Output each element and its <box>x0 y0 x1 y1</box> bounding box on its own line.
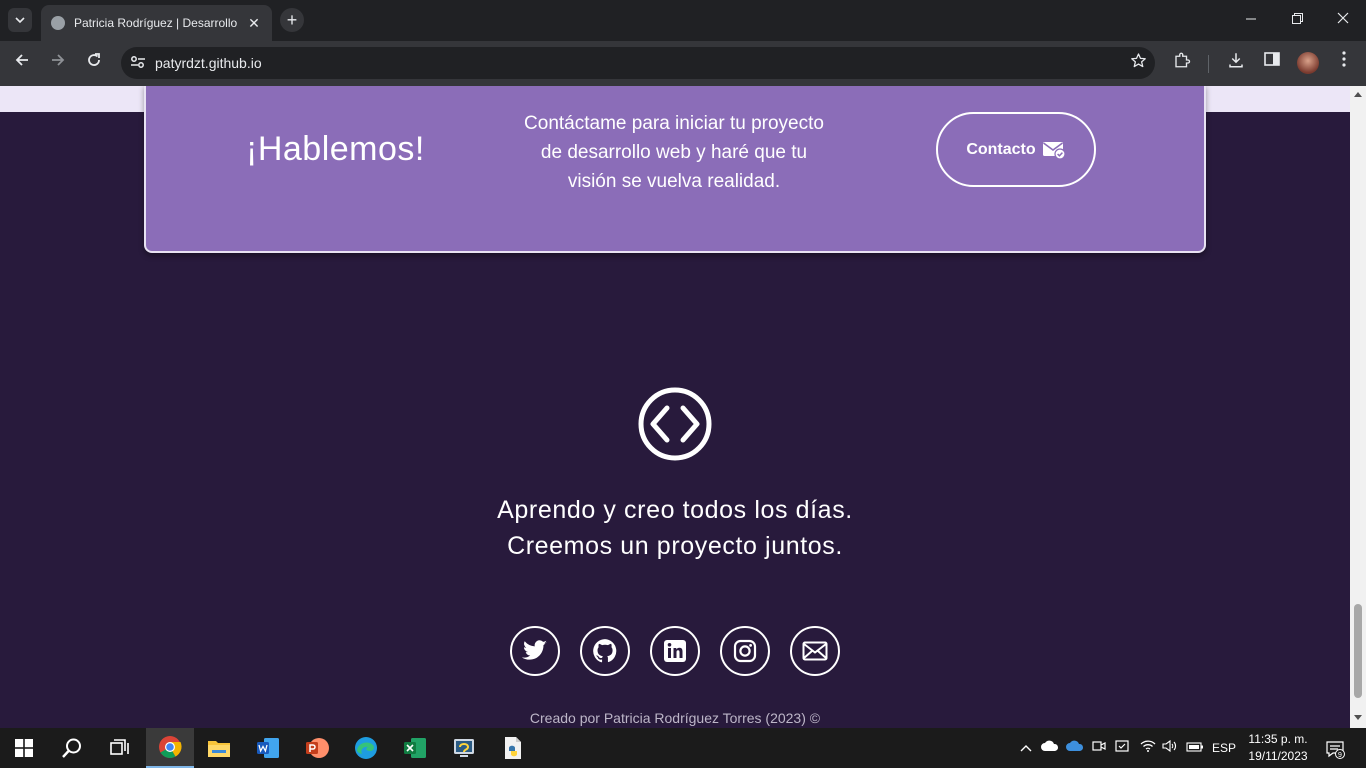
more-menu-icon[interactable] <box>1332 51 1356 75</box>
back-button[interactable] <box>10 51 34 75</box>
notification-icon: 9 <box>1326 741 1345 759</box>
footer-credit: Creado por Patricia Rodríguez Torres (20… <box>529 710 821 726</box>
wifi-icon[interactable] <box>1138 728 1158 768</box>
minimize-button[interactable] <box>1228 0 1274 41</box>
toolbar-divider <box>1208 55 1209 73</box>
linkedin-icon <box>664 640 686 662</box>
windows-logo-icon <box>15 739 33 757</box>
scrollbar-thumb[interactable] <box>1354 604 1362 698</box>
taskbar-clock[interactable]: 11:35 p. m. 19/11/2023 <box>1238 731 1318 765</box>
extensions-icon[interactable] <box>1170 51 1194 75</box>
arrow-right-icon <box>52 54 65 66</box>
scroll-up-icon[interactable] <box>1354 91 1362 99</box>
cta-description: Contáctame para iniciar tu proyecto de d… <box>524 113 824 192</box>
notification-count: 9 <box>1338 752 1342 759</box>
site-info-icon[interactable] <box>121 55 155 72</box>
python-icon <box>454 739 474 757</box>
new-tab-button[interactable]: + <box>280 8 304 32</box>
tab-close-icon[interactable]: ✕ <box>246 15 262 32</box>
profile-avatar[interactable] <box>1297 52 1319 74</box>
twitter-link[interactable] <box>510 626 560 676</box>
security-icon[interactable] <box>1113 728 1131 768</box>
language-indicator[interactable]: ESP <box>1209 728 1239 768</box>
task-view-icon <box>110 739 129 755</box>
linkedin-link[interactable] <box>650 626 700 676</box>
footer-tagline-2: Creemos un proyecto juntos. <box>507 532 843 560</box>
python-file-icon <box>505 737 521 759</box>
clock-time: 11:35 p. m. <box>1248 732 1308 746</box>
onedrive-icon[interactable] <box>1040 728 1060 768</box>
word-icon <box>257 738 279 758</box>
taskbar-chrome[interactable] <box>146 728 194 768</box>
tab-title: Patricia Rodríguez | Desarrollo <box>74 16 238 30</box>
edge-icon <box>355 737 377 759</box>
side-panel-icon[interactable] <box>1260 51 1284 75</box>
chevron-up-icon <box>1020 745 1032 752</box>
web-page: ¡Hablemos! Contáctame para iniciar tu pr… <box>0 86 1350 728</box>
task-view-button[interactable] <box>96 728 144 768</box>
download-icon[interactable] <box>1224 51 1248 75</box>
close-icon <box>1337 12 1349 24</box>
contact-button-label: Contacto <box>966 140 1036 158</box>
meet-now-icon[interactable] <box>1090 728 1108 768</box>
contact-cta-card: ¡Hablemos! Contáctame para iniciar tu pr… <box>144 86 1206 253</box>
globe-icon <box>51 16 65 30</box>
instagram-link[interactable] <box>720 626 770 676</box>
start-button[interactable] <box>0 728 48 768</box>
battery-icon[interactable] <box>1184 728 1206 768</box>
taskbar-excel[interactable] <box>391 728 439 768</box>
taskbar-powerpoint[interactable] <box>293 728 341 768</box>
taskbar-file-explorer[interactable] <box>195 728 243 768</box>
tab-active[interactable]: Patricia Rodríguez | Desarrollo ✕ <box>41 5 272 41</box>
twitter-icon <box>522 640 547 660</box>
scroll-down-icon[interactable] <box>1354 715 1362 723</box>
taskbar-search-button[interactable] <box>48 728 96 768</box>
volume-icon[interactable] <box>1160 728 1180 768</box>
clock-date: 19/11/2023 <box>1248 749 1308 763</box>
forward-button[interactable] <box>46 51 70 75</box>
url-text[interactable]: patyrdzt.github.io <box>155 55 1121 71</box>
notification-center-button[interactable]: 9 <box>1322 728 1348 768</box>
search-icon <box>62 738 81 758</box>
restore-button[interactable] <box>1274 0 1320 41</box>
taskbar-word[interactable] <box>244 728 292 768</box>
minimize-icon <box>1246 18 1256 20</box>
instagram-icon <box>733 639 757 663</box>
browser-tab-bar: Patricia Rodríguez | Desarrollo ✕ + <box>0 0 1366 41</box>
taskbar-python-idle[interactable] <box>440 728 488 768</box>
mail-icon <box>802 641 828 661</box>
taskbar-edge[interactable] <box>342 728 390 768</box>
excel-icon <box>404 738 426 758</box>
show-hidden-icons[interactable] <box>1016 728 1036 768</box>
code-logo-icon <box>638 387 712 461</box>
footer-tagline-1: Aprendo y creo todos los días. <box>497 496 853 524</box>
browser-toolbar: patyrdzt.github.io <box>0 41 1366 86</box>
chrome-icon <box>159 736 182 758</box>
restore-icon <box>1291 13 1303 24</box>
github-link[interactable] <box>580 626 630 676</box>
github-icon <box>593 639 617 663</box>
contact-button[interactable]: Contacto <box>936 112 1096 187</box>
bookmark-star-icon[interactable] <box>1121 52 1155 74</box>
close-window-button[interactable] <box>1320 0 1366 41</box>
windows-taskbar: ESP 11:35 p. m. 19/11/2023 9 <box>0 728 1366 768</box>
folder-icon <box>208 741 230 757</box>
chevron-down-icon <box>15 17 25 24</box>
cta-heading: ¡Hablemos! <box>246 130 425 168</box>
mail-check-icon <box>1042 141 1066 160</box>
reload-button[interactable] <box>82 51 106 75</box>
reload-icon <box>88 53 100 66</box>
arrow-left-icon <box>15 54 28 66</box>
taskbar-python-file[interactable] <box>489 728 537 768</box>
address-bar[interactable]: patyrdzt.github.io <box>121 47 1155 79</box>
email-link[interactable] <box>790 626 840 676</box>
onedrive-business-icon[interactable] <box>1064 728 1086 768</box>
tab-search-button[interactable] <box>8 8 32 32</box>
powerpoint-icon <box>306 738 329 758</box>
page-scrollbar[interactable] <box>1350 86 1366 728</box>
